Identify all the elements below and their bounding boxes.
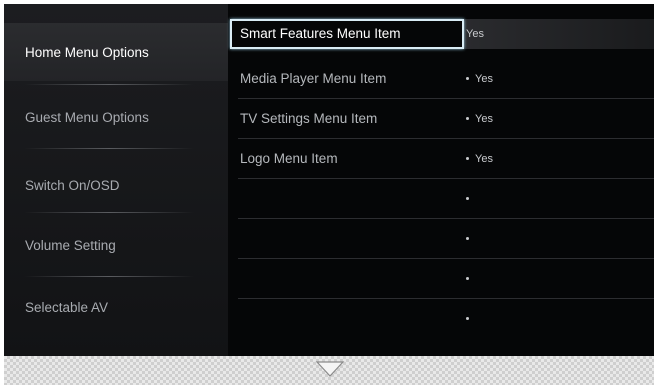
- list-row-value: Yes: [466, 28, 484, 40]
- list-row-logo[interactable]: Logo Menu Item Yes: [230, 139, 654, 179]
- left-menu-item-home-menu-options[interactable]: Home Menu Options: [4, 23, 228, 81]
- bullet-icon: [466, 76, 469, 80]
- list-row-label: Smart Features Menu Item: [240, 26, 401, 41]
- list-row-empty[interactable]: [230, 219, 654, 259]
- bullet-icon: [466, 196, 469, 200]
- list-row-label: Media Player Menu Item: [240, 71, 387, 86]
- bullet-icon: [466, 156, 469, 160]
- left-menu-item-label: Switch On/OSD: [25, 177, 120, 193]
- scroll-indicator-bar: [4, 356, 654, 385]
- left-menu-item-switch-on-osd[interactable]: Switch On/OSD: [4, 156, 228, 214]
- list-row-value: [466, 179, 475, 219]
- left-menu-panel: Home Menu Options Guest Menu Options Swi…: [4, 4, 228, 356]
- list-row-value: Yes: [466, 59, 493, 99]
- list-row-media-player[interactable]: Media Player Menu Item Yes: [230, 59, 654, 99]
- list-row-value: Yes: [466, 99, 493, 139]
- list-row-value: [466, 299, 475, 339]
- menu-item-list: Smart Features Menu Item Yes Media Playe…: [230, 4, 654, 356]
- bullet-icon: [466, 116, 469, 120]
- left-menu-item-volume-setting[interactable]: Volume Setting: [4, 216, 228, 274]
- left-menu-item-label: Home Menu Options: [25, 44, 149, 60]
- left-menu-divider: [24, 148, 194, 149]
- bullet-icon: [466, 236, 469, 240]
- chevron-down-icon[interactable]: [315, 360, 345, 378]
- list-row-value: Yes: [466, 139, 493, 179]
- tv-menu-screen: Home Menu Options Guest Menu Options Swi…: [4, 4, 654, 356]
- left-menu-item-selectable-av[interactable]: Selectable AV: [4, 278, 228, 336]
- left-menu-item-label: Volume Setting: [25, 237, 116, 253]
- list-row-label: Logo Menu Item: [240, 151, 338, 166]
- left-menu-divider: [24, 276, 194, 277]
- list-row-value: [466, 219, 475, 259]
- list-row-empty[interactable]: [230, 299, 654, 339]
- left-menu-divider: [24, 212, 194, 213]
- left-menu-item-label: Guest Menu Options: [25, 109, 149, 125]
- list-row-value: [466, 259, 475, 299]
- list-row-empty[interactable]: [230, 179, 654, 219]
- left-menu-item-label: Selectable AV: [25, 299, 109, 315]
- list-row-tv-settings[interactable]: TV Settings Menu Item Yes: [230, 99, 654, 139]
- list-row-label: TV Settings Menu Item: [240, 111, 378, 126]
- list-row-empty[interactable]: [230, 259, 654, 299]
- bullet-icon: [466, 276, 469, 280]
- left-menu-divider: [24, 84, 194, 85]
- left-menu-item-guest-menu-options[interactable]: Guest Menu Options: [4, 88, 228, 146]
- bullet-icon: [466, 316, 469, 320]
- list-row-smart-features[interactable]: Smart Features Menu Item Yes: [230, 14, 654, 54]
